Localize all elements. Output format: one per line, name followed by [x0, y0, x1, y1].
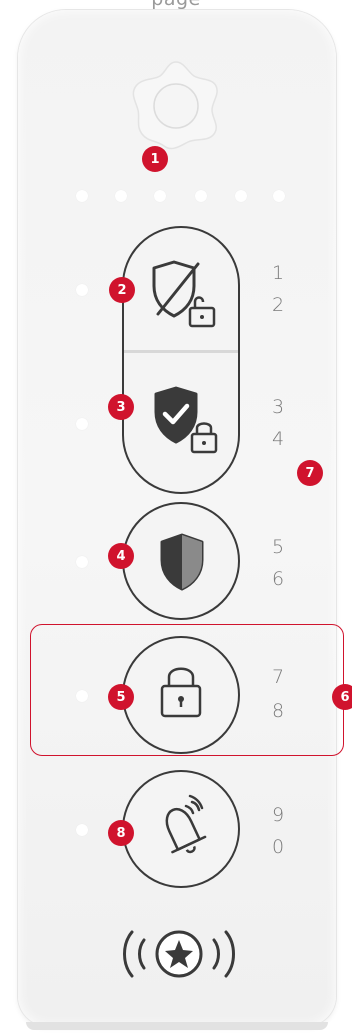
status-led: [273, 190, 285, 202]
highlight-frame: [30, 624, 344, 756]
digit-label: 0: [272, 836, 285, 858]
side-led: [76, 418, 88, 430]
side-led: [76, 556, 88, 568]
callout-badge: 8: [108, 820, 134, 846]
digit-label: 3: [272, 396, 285, 418]
side-led: [76, 824, 88, 836]
digit-label: 1: [272, 262, 285, 284]
shield-check-lock-icon: [150, 384, 220, 456]
callout-badge: 7: [297, 460, 323, 486]
star-alarm-icon: [118, 924, 240, 984]
callout-badge: 6: [332, 684, 352, 710]
callout-badge: 3: [108, 394, 134, 420]
digit-label: 5: [272, 536, 285, 558]
bell-icon: [156, 792, 212, 862]
status-led: [154, 190, 166, 202]
device-base: [26, 1022, 328, 1030]
callout-badge: 2: [109, 277, 135, 303]
digit-label: 2: [272, 294, 285, 316]
side-led: [76, 284, 88, 296]
digit-label: 4: [272, 428, 285, 450]
page-label: page: [0, 0, 352, 10]
status-led: [195, 190, 207, 202]
callout-badge: 4: [108, 543, 134, 569]
callout-badge: 1: [142, 146, 168, 172]
status-led: [235, 190, 247, 202]
status-led: [115, 190, 127, 202]
shield-slash-unlock-icon: [148, 258, 218, 330]
half-shield-icon: [157, 532, 207, 592]
digit-label: 6: [272, 568, 285, 590]
status-led: [76, 190, 88, 202]
digit-label: 9: [272, 804, 285, 826]
callout-badge: 5: [108, 684, 134, 710]
flower-sensor-icon: [128, 56, 224, 152]
